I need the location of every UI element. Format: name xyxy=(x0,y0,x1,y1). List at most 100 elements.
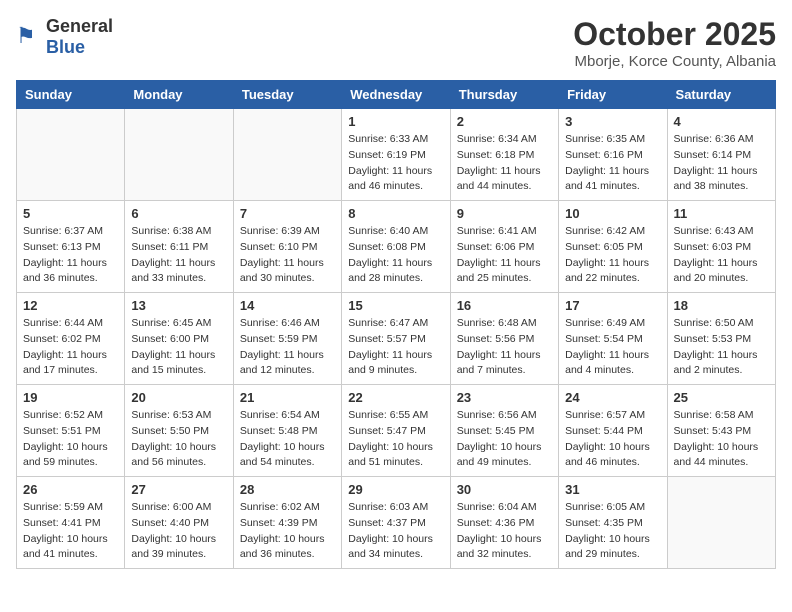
day-cell-4: 4Sunrise: 6:36 AM Sunset: 6:14 PM Daylig… xyxy=(667,109,775,201)
day-cell-22: 22 Sunrise: 6:55 AM Sunset: 5:47 PM Dayli… xyxy=(342,385,450,477)
location-title: Mborje, Korce County, Albania xyxy=(573,53,776,70)
empty-cell xyxy=(125,109,233,201)
day-number: 12 xyxy=(23,298,118,313)
day-info: Sunrise: 6:03 AM Sunset: 4:37 PM Dayligh… xyxy=(348,500,443,563)
day-info: Sunrise: 6:37 AM Sunset: 6:13 PM Dayligh… xyxy=(23,224,118,287)
day-info: Sunrise: 6:39 AM Sunset: 6:10 PM Dayligh… xyxy=(240,224,335,287)
day-info: Sunrise: 6:43 AM Sunset: 6:03 PM Dayligh… xyxy=(674,224,769,287)
day-info: Sunrise: 6:48 AM Sunset: 5:56 PM Dayligh… xyxy=(457,316,552,379)
day-info: Sunrise: 6:49 AM Sunset: 5:54 PM Dayligh… xyxy=(565,316,660,379)
week-row-1: 1Sunrise: 6:33 AM Sunset: 6:19 PM Daylig… xyxy=(17,109,776,201)
day-info: Sunrise: 6:53 AM Sunset: 5:50 PM Dayligh… xyxy=(131,408,226,471)
day-cell-12: 12 Sunrise: 6:44 AM Sunset: 6:02 PM Dayli… xyxy=(17,293,125,385)
day-info: Sunrise: 6:57 AM Sunset: 5:44 PM Dayligh… xyxy=(565,408,660,471)
day-number: 16 xyxy=(457,298,552,313)
empty-cell xyxy=(233,109,341,201)
day-info: Sunrise: 6:58 AM Sunset: 5:43 PM Dayligh… xyxy=(674,408,769,471)
logo-general-text: General xyxy=(46,16,113,36)
day-number: 4 xyxy=(674,114,769,129)
day-info: Sunrise: 6:55 AM Sunset: 5:47 PM Dayligh… xyxy=(348,408,443,471)
title-section: October 2025 Mborje, Korce County, Alban… xyxy=(573,16,776,70)
day-cell-31: 31 Sunrise: 6:05 AM Sunset: 4:35 PM Dayli… xyxy=(559,477,667,569)
day-cell-20: 20 Sunrise: 6:53 AM Sunset: 5:50 PM Dayli… xyxy=(125,385,233,477)
week-row-2: 5 Sunrise: 6:37 AM Sunset: 6:13 PM Daylig… xyxy=(17,201,776,293)
weekday-header-thursday: Thursday xyxy=(450,81,558,109)
day-info: Sunrise: 6:33 AM Sunset: 6:19 PM Dayligh… xyxy=(348,132,443,195)
day-number: 17 xyxy=(565,298,660,313)
day-cell-10: 10Sunrise: 6:42 AM Sunset: 6:05 PM Dayli… xyxy=(559,201,667,293)
day-cell-8: 8 Sunrise: 6:40 AM Sunset: 6:08 PM Daylig… xyxy=(342,201,450,293)
day-number: 13 xyxy=(131,298,226,313)
day-info: Sunrise: 6:54 AM Sunset: 5:48 PM Dayligh… xyxy=(240,408,335,471)
day-info: Sunrise: 6:47 AM Sunset: 5:57 PM Dayligh… xyxy=(348,316,443,379)
day-cell-2: 2 Sunrise: 6:34 AM Sunset: 6:18 PM Daylig… xyxy=(450,109,558,201)
weekday-header-monday: Monday xyxy=(125,81,233,109)
calendar-table: SundayMondayTuesdayWednesdayThursdayFrid… xyxy=(16,80,776,569)
day-number: 2 xyxy=(457,114,552,129)
day-cell-14: 14 Sunrise: 6:46 AM Sunset: 5:59 PM Dayli… xyxy=(233,293,341,385)
day-number: 29 xyxy=(348,482,443,497)
day-cell-18: 18Sunrise: 6:50 AM Sunset: 5:53 PM Dayli… xyxy=(667,293,775,385)
day-cell-5: 5 Sunrise: 6:37 AM Sunset: 6:13 PM Daylig… xyxy=(17,201,125,293)
day-cell-7: 7Sunrise: 6:39 AM Sunset: 6:10 PM Daylig… xyxy=(233,201,341,293)
day-number: 5 xyxy=(23,206,118,221)
day-number: 26 xyxy=(23,482,118,497)
day-cell-3: 3 Sunrise: 6:35 AM Sunset: 6:16 PM Daylig… xyxy=(559,109,667,201)
day-info: Sunrise: 6:35 AM Sunset: 6:16 PM Dayligh… xyxy=(565,132,660,195)
weekday-header-wednesday: Wednesday xyxy=(342,81,450,109)
day-info: Sunrise: 6:46 AM Sunset: 5:59 PM Dayligh… xyxy=(240,316,335,379)
weekday-header-row: SundayMondayTuesdayWednesdayThursdayFrid… xyxy=(17,81,776,109)
day-info: Sunrise: 6:38 AM Sunset: 6:11 PM Dayligh… xyxy=(131,224,226,287)
day-number: 30 xyxy=(457,482,552,497)
day-number: 19 xyxy=(23,390,118,405)
weekday-header-saturday: Saturday xyxy=(667,81,775,109)
day-cell-29: 29 Sunrise: 6:03 AM Sunset: 4:37 PM Dayli… xyxy=(342,477,450,569)
logo-blue-text: Blue xyxy=(46,37,85,57)
day-info: Sunrise: 6:44 AM Sunset: 6:02 PM Dayligh… xyxy=(23,316,118,379)
day-cell-16: 16 Sunrise: 6:48 AM Sunset: 5:56 PM Dayli… xyxy=(450,293,558,385)
day-number: 11 xyxy=(674,206,769,221)
week-row-4: 19Sunrise: 6:52 AM Sunset: 5:51 PM Dayli… xyxy=(17,385,776,477)
day-cell-15: 15 Sunrise: 6:47 AM Sunset: 5:57 PM Dayli… xyxy=(342,293,450,385)
day-cell-24: 24 Sunrise: 6:57 AM Sunset: 5:44 PM Dayli… xyxy=(559,385,667,477)
day-cell-23: 23Sunrise: 6:56 AM Sunset: 5:45 PM Dayli… xyxy=(450,385,558,477)
day-info: Sunrise: 6:02 AM Sunset: 4:39 PM Dayligh… xyxy=(240,500,335,563)
day-number: 27 xyxy=(131,482,226,497)
day-number: 14 xyxy=(240,298,335,313)
day-number: 25 xyxy=(674,390,769,405)
day-cell-13: 13 Sunrise: 6:45 AM Sunset: 6:00 PM Dayli… xyxy=(125,293,233,385)
day-info: Sunrise: 6:50 AM Sunset: 5:53 PM Dayligh… xyxy=(674,316,769,379)
page-header: ⚑ General Blue October 2025 Mborje, Korc… xyxy=(16,16,776,70)
logo-icon: ⚑ xyxy=(16,23,44,51)
week-row-3: 12 Sunrise: 6:44 AM Sunset: 6:02 PM Dayli… xyxy=(17,293,776,385)
day-number: 21 xyxy=(240,390,335,405)
day-cell-19: 19Sunrise: 6:52 AM Sunset: 5:51 PM Dayli… xyxy=(17,385,125,477)
day-number: 24 xyxy=(565,390,660,405)
day-cell-25: 25 Sunrise: 6:58 AM Sunset: 5:43 PM Dayli… xyxy=(667,385,775,477)
day-info: Sunrise: 6:42 AM Sunset: 6:05 PM Dayligh… xyxy=(565,224,660,287)
day-cell-28: 28 Sunrise: 6:02 AM Sunset: 4:39 PM Dayli… xyxy=(233,477,341,569)
day-number: 28 xyxy=(240,482,335,497)
day-info: Sunrise: 6:05 AM Sunset: 4:35 PM Dayligh… xyxy=(565,500,660,563)
day-info: Sunrise: 6:34 AM Sunset: 6:18 PM Dayligh… xyxy=(457,132,552,195)
day-number: 20 xyxy=(131,390,226,405)
day-info: Sunrise: 6:00 AM Sunset: 4:40 PM Dayligh… xyxy=(131,500,226,563)
day-cell-17: 17 Sunrise: 6:49 AM Sunset: 5:54 PM Dayli… xyxy=(559,293,667,385)
day-number: 8 xyxy=(348,206,443,221)
day-number: 22 xyxy=(348,390,443,405)
day-info: Sunrise: 6:40 AM Sunset: 6:08 PM Dayligh… xyxy=(348,224,443,287)
day-cell-11: 11 Sunrise: 6:43 AM Sunset: 6:03 PM Dayli… xyxy=(667,201,775,293)
day-number: 3 xyxy=(565,114,660,129)
weekday-header-sunday: Sunday xyxy=(17,81,125,109)
day-cell-26: 26 Sunrise: 5:59 AM Sunset: 4:41 PM Dayli… xyxy=(17,477,125,569)
day-cell-30: 30Sunrise: 6:04 AM Sunset: 4:36 PM Dayli… xyxy=(450,477,558,569)
day-number: 31 xyxy=(565,482,660,497)
week-row-5: 26 Sunrise: 5:59 AM Sunset: 4:41 PM Dayli… xyxy=(17,477,776,569)
day-number: 6 xyxy=(131,206,226,221)
day-cell-21: 21 Sunrise: 6:54 AM Sunset: 5:48 PM Dayli… xyxy=(233,385,341,477)
weekday-header-friday: Friday xyxy=(559,81,667,109)
day-info: Sunrise: 5:59 AM Sunset: 4:41 PM Dayligh… xyxy=(23,500,118,563)
logo: ⚑ General Blue xyxy=(16,16,113,58)
day-number: 15 xyxy=(348,298,443,313)
day-info: Sunrise: 6:45 AM Sunset: 6:00 PM Dayligh… xyxy=(131,316,226,379)
